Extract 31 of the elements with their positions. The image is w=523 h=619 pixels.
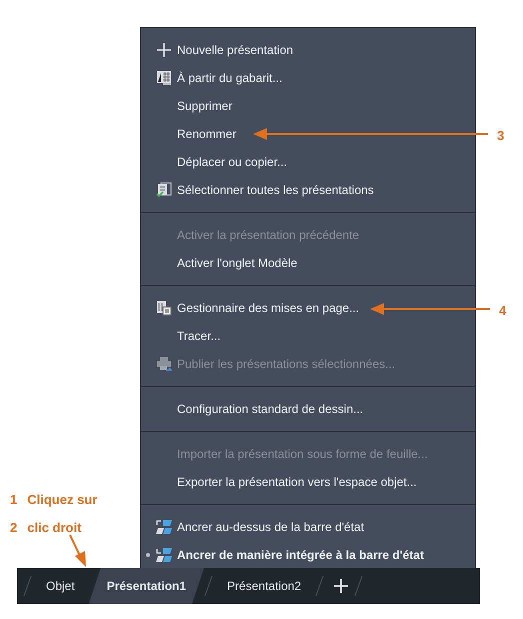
printer-icon (156, 356, 172, 372)
layout-tab[interactable]: Présentation1 (88, 568, 204, 604)
menu-item[interactable]: Déplacer ou copier... (141, 148, 475, 176)
callout-number: 3 (497, 127, 504, 145)
dock-icon (155, 547, 173, 563)
menu-item[interactable]: Exporter la présentation vers l'espace objet... (141, 468, 475, 496)
menu-item[interactable]: Ancrer au-dessus de la barre d'état (141, 513, 475, 541)
menu-item[interactable]: Supprimer (141, 92, 475, 120)
menu-item[interactable]: Gestionnaire des mises en page... (141, 294, 475, 322)
menu-item[interactable]: Sélectionner toutes les présentations (141, 176, 475, 204)
menu-item[interactable]: À partir du gabarit... (141, 64, 475, 92)
arrow (69, 534, 86, 567)
select-all-icon (156, 182, 172, 198)
menu-item[interactable]: Configuration standard de dessin... (141, 395, 475, 423)
dock-icon (155, 519, 173, 535)
step-text: clic droit (27, 518, 82, 536)
menu-item[interactable]: Activer l'onglet Modèle (141, 249, 475, 277)
menu-item[interactable]: Renommer (141, 120, 475, 148)
page-setup-icon (156, 300, 172, 316)
add-tab-icon[interactable] (334, 579, 348, 593)
menu-item[interactable]: Nouvelle présentation (141, 36, 475, 64)
step-number: 2 (10, 518, 18, 536)
menu-item[interactable]: Tracer... (141, 322, 475, 350)
template-icon (156, 70, 172, 86)
layout-tab[interactable]: Objet (32, 568, 89, 604)
plus-icon (156, 42, 172, 58)
layout-tab[interactable]: Présentation2 (213, 568, 316, 604)
callout-number: 4 (499, 302, 506, 320)
step-text: Cliquez sur (27, 491, 98, 509)
step-number: 1 (10, 491, 18, 509)
menu-item[interactable]: Ancrer de manière intégrée à la barre d'état (141, 541, 475, 569)
